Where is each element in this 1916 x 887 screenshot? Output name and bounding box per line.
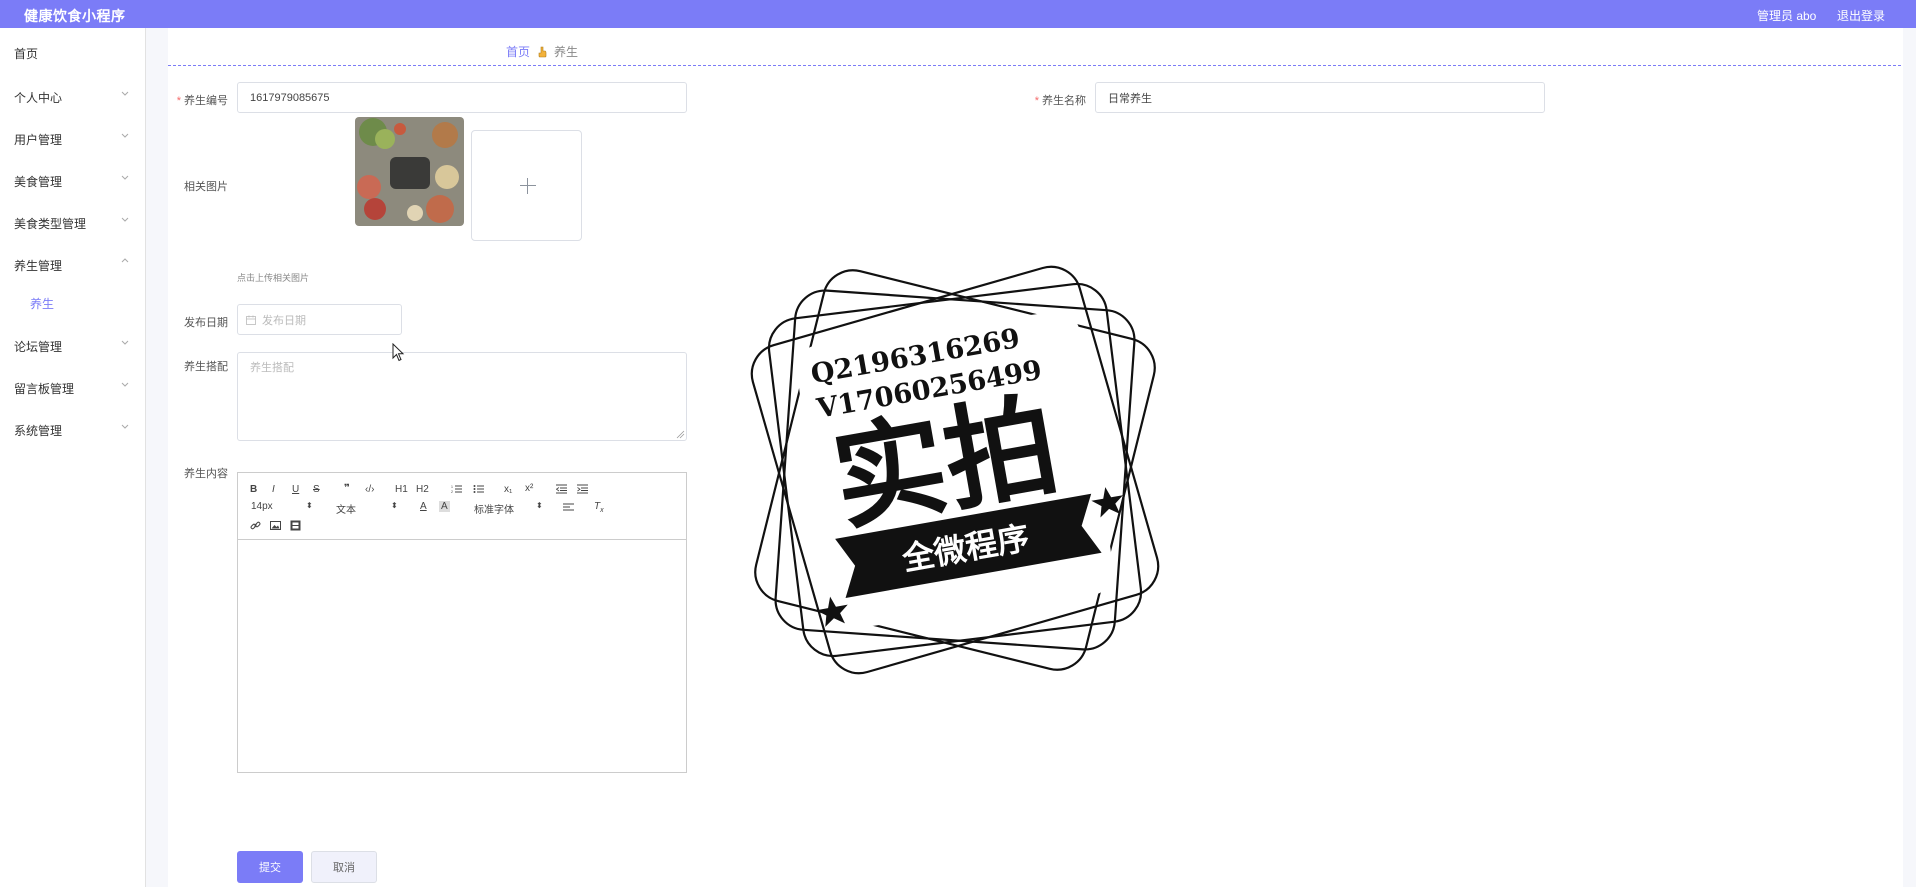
font-size-value: 14px <box>251 501 273 512</box>
bold-icon[interactable]: B <box>250 484 257 495</box>
sidebar-item-personal-center[interactable]: 个人中心 <box>0 84 146 108</box>
svg-text:2: 2 <box>451 490 453 494</box>
outdent-icon[interactable] <box>556 484 567 494</box>
chevron-down-icon <box>121 340 129 345</box>
required-mark: * <box>1034 95 1039 107</box>
code-value: 1617979085675 <box>250 91 330 104</box>
name-input[interactable]: 日常养生 <box>1095 82 1545 113</box>
select-arrows-icon: ⬍ <box>391 501 398 510</box>
subscript-icon[interactable]: x₁ <box>504 484 512 495</box>
sidebar-item-label: 系统管理 <box>14 424 63 438</box>
sidebar-item-label: 留言板管理 <box>14 382 75 396</box>
pairing-label: 养生搭配 <box>184 361 228 373</box>
sidebar-item-label: 首页 <box>14 47 39 61</box>
sidebar-item-system-management[interactable]: 系统管理 <box>0 417 146 441</box>
bullet-list-icon[interactable] <box>473 484 484 494</box>
sidebar-item-food-management[interactable]: 美食管理 <box>0 168 146 192</box>
chevron-down-icon <box>121 175 129 180</box>
block-format-value: 文本 <box>336 505 356 516</box>
chevron-down-icon <box>121 133 129 138</box>
font-family-select[interactable]: 标准字体 ⬍ <box>474 501 544 516</box>
top-header: 健康饮食小程序 管理员 abo 退出登录 <box>0 0 1916 28</box>
heading1-icon[interactable]: H1 <box>395 484 408 495</box>
image-icon[interactable] <box>270 520 281 531</box>
superscript-icon[interactable]: x² <box>525 483 533 494</box>
upload-tip: 点击上传相关图片 <box>237 273 310 283</box>
date-placeholder: 发布日期 <box>262 314 306 327</box>
italic-icon[interactable]: I <box>272 484 275 495</box>
uploaded-image-thumbnail[interactable] <box>355 117 464 226</box>
chevron-down-icon <box>121 91 129 96</box>
pairing-textarea[interactable]: 养生搭配 <box>237 352 687 441</box>
sidebar-item-label: 美食管理 <box>14 175 63 189</box>
ordered-list-icon[interactable]: 12 <box>451 484 462 494</box>
sidebar-item-health[interactable]: 养生 <box>0 290 146 314</box>
breadcrumb-home-link[interactable]: 首页 <box>506 43 530 60</box>
cancel-button[interactable]: 取消 <box>311 851 377 883</box>
app-title: 健康饮食小程序 <box>24 8 126 24</box>
sidebar-item-label: 养生 <box>30 297 55 311</box>
pairing-placeholder: 养生搭配 <box>250 362 294 374</box>
logout-link[interactable]: 退出登录 <box>1837 7 1885 24</box>
resize-grip-icon[interactable] <box>675 429 685 439</box>
chevron-down-icon <box>121 382 129 387</box>
align-icon[interactable] <box>563 502 574 512</box>
clear-format-icon[interactable]: Tx <box>594 501 604 514</box>
image-label: 相关图片 <box>184 181 228 193</box>
sidebar-item-label: 美食类型管理 <box>14 217 87 231</box>
select-arrows-icon: ⬍ <box>306 501 313 510</box>
code-input[interactable]: 1617979085675 <box>237 82 687 113</box>
background-color-icon[interactable]: A <box>439 501 450 512</box>
sidebar-item-user-management[interactable]: 用户管理 <box>0 126 146 150</box>
video-icon[interactable] <box>290 520 301 531</box>
code-label: * 养生编号 <box>176 95 228 107</box>
font-family-value: 标准字体 <box>474 505 514 516</box>
food-image <box>355 117 464 226</box>
chevron-up-icon <box>121 258 129 263</box>
rich-text-editor: B I U S ❞ ‹/› H1 H2 12 x₁ x² 14px ⬍ 文本 ⬍… <box>237 472 687 773</box>
sidebar-item-label: 用户管理 <box>14 133 63 147</box>
heading2-icon[interactable]: H2 <box>416 484 429 495</box>
breadcrumb-current: 养生 <box>554 45 579 59</box>
chevron-down-icon <box>121 424 129 429</box>
indent-icon[interactable] <box>577 484 588 494</box>
sidebar-item-food-type-management[interactable]: 美食类型管理 <box>0 210 146 234</box>
blockquote-icon[interactable]: ❞ <box>344 483 350 494</box>
mouse-cursor-icon <box>392 343 405 362</box>
chevron-down-icon <box>121 217 129 222</box>
sidebar-item-health-management[interactable]: 养生管理 <box>0 252 146 276</box>
font-size-select[interactable]: 14px ⬍ <box>251 501 313 512</box>
svg-text:1: 1 <box>451 485 453 489</box>
sidebar <box>0 28 151 887</box>
breadcrumb: 首页 养生 <box>506 43 578 60</box>
date-label: 发布日期 <box>184 317 228 329</box>
strikethrough-icon[interactable]: S <box>313 484 320 495</box>
admin-user-label: 管理员 abo <box>1757 9 1817 23</box>
select-arrows-icon: ⬍ <box>536 501 543 510</box>
underline-icon[interactable]: U <box>292 484 299 495</box>
font-color-icon[interactable]: A <box>420 501 427 512</box>
plus-icon <box>520 185 536 186</box>
sidebar-item-home[interactable]: 首页 <box>0 40 146 64</box>
code-block-icon[interactable]: ‹/› <box>365 484 374 495</box>
name-value: 日常养生 <box>1108 92 1152 105</box>
editor-toolbar: B I U S ❞ ‹/› H1 H2 12 x₁ x² 14px ⬍ 文本 ⬍… <box>238 473 686 540</box>
sidebar-item-label: 个人中心 <box>14 91 63 105</box>
submit-button[interactable]: 提交 <box>237 851 303 883</box>
sidebar-item-forum-management[interactable]: 论坛管理 <box>0 333 146 357</box>
sidebar-item-message-board-management[interactable]: 留言板管理 <box>0 375 146 399</box>
sidebar-item-label: 养生管理 <box>14 259 63 273</box>
link-icon[interactable] <box>250 520 261 531</box>
plus-icon-vertical <box>527 178 528 194</box>
name-label: * 养生名称 <box>1034 95 1086 107</box>
image-upload-button[interactable] <box>471 130 582 241</box>
required-mark: * <box>176 95 181 107</box>
sidebar-item-label: 论坛管理 <box>14 340 63 354</box>
content-label: 养生内容 <box>184 468 228 480</box>
hand-pointer-icon <box>538 46 547 57</box>
calendar-icon <box>246 315 256 325</box>
date-picker[interactable]: 发布日期 <box>237 304 402 335</box>
breadcrumb-divider <box>168 65 1901 66</box>
block-format-select[interactable]: 文本 ⬍ <box>336 501 398 516</box>
